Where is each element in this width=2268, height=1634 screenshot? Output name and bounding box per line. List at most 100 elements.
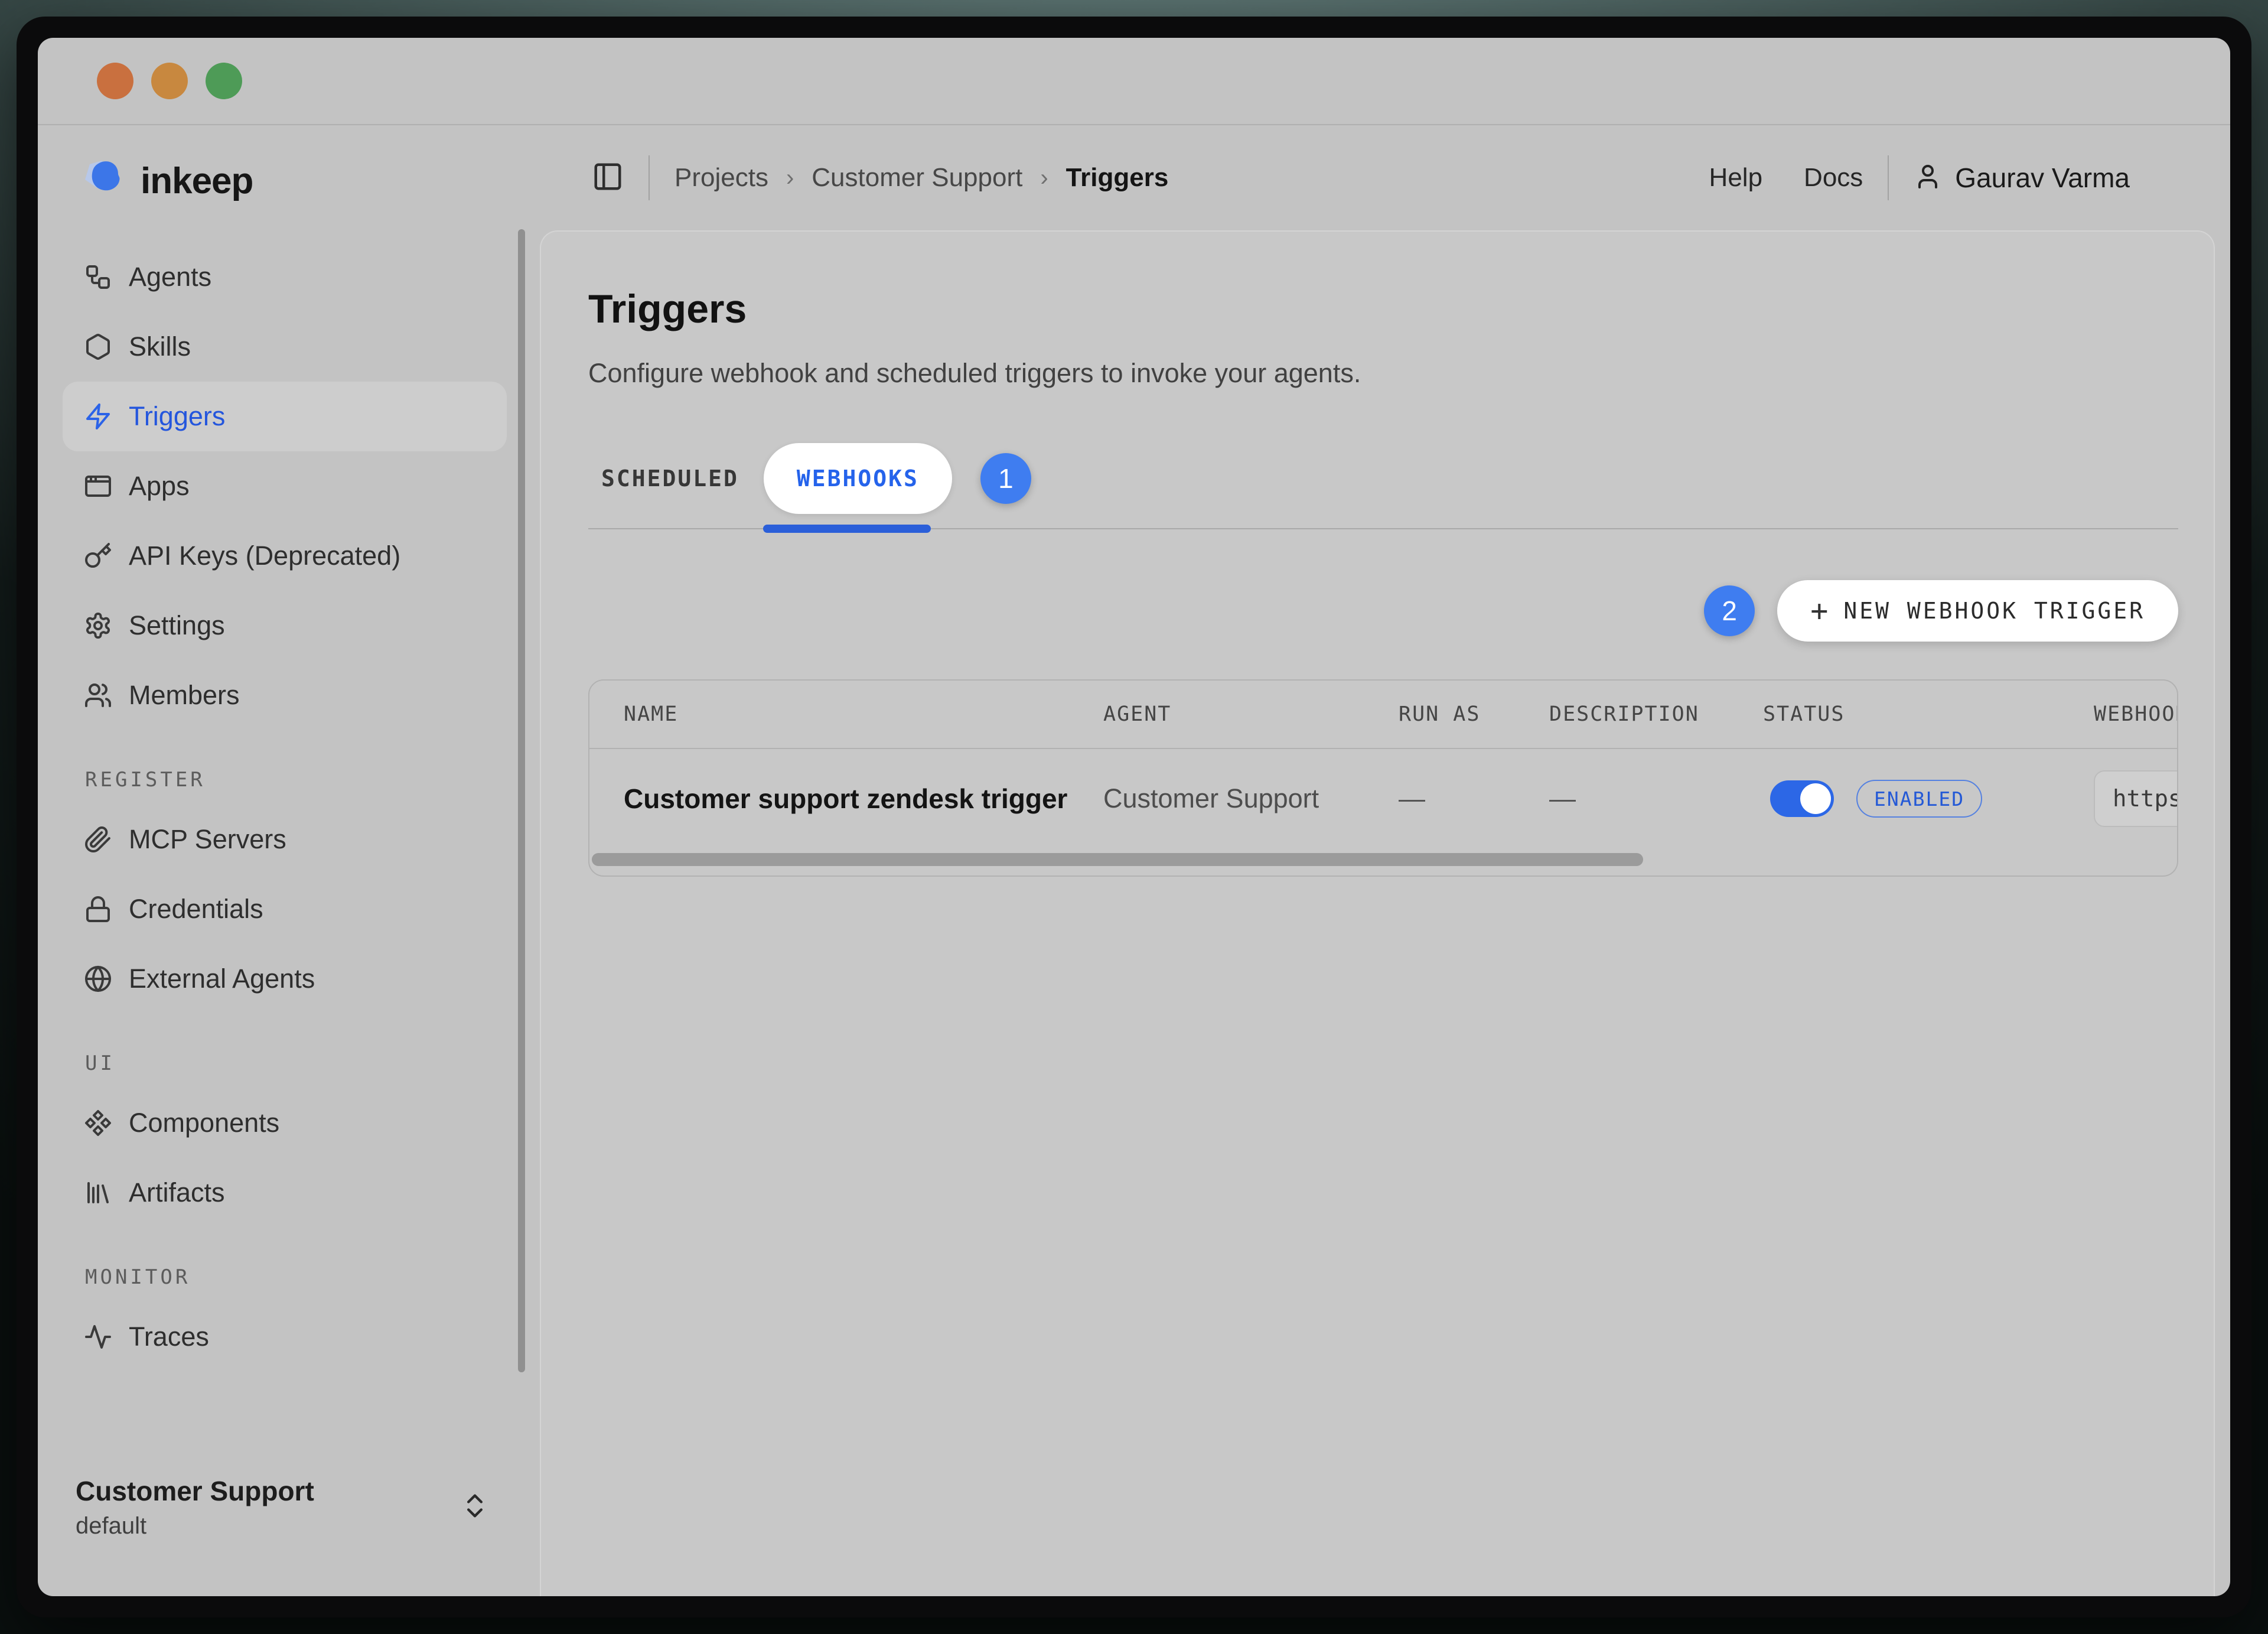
trigger-name-cell: Customer support zendesk trigger [589,783,1103,815]
sidebar-item-label: External Agents [129,964,315,994]
column-header-agent: AGENT [1103,702,1399,726]
user-menu[interactable]: Gaurav Varma [1914,162,2130,194]
sidebar-item-label: Components [129,1108,279,1138]
sidebar-item-components[interactable]: Components [63,1088,507,1158]
sidebar-item-label: Credentials [129,894,263,925]
docs-link[interactable]: Docs [1804,163,1863,193]
horizontal-scrollbar[interactable] [592,853,1643,866]
inkeep-logo-icon [76,157,132,204]
sidebar-section-ui: UI [85,1052,507,1075]
workflow-icon [84,263,112,291]
sidebar-item-members[interactable]: Members [63,660,507,730]
table-row[interactable]: Customer support zendesk trigger Custome… [589,749,2177,848]
component-icon [84,1109,112,1137]
sidebar-item-external-agents[interactable]: External Agents [63,944,507,1014]
titlebar [38,38,2230,125]
chevron-right-icon: › [1040,165,1048,191]
webhook-url-text: https [2113,786,2178,812]
logo[interactable]: inkeep [76,157,540,204]
trigger-webhook-cell: https [2094,770,2178,827]
sidebar-item-label: Settings [129,610,225,641]
sidebar-scrollbar[interactable] [518,229,525,1372]
hexagon-icon [84,333,112,361]
new-webhook-trigger-button[interactable]: + NEW WEBHOOK TRIGGER [1777,580,2178,642]
page-description: Configure webhook and scheduled triggers… [588,358,2178,389]
users-icon [84,681,112,709]
minimize-window-button[interactable] [151,63,188,99]
sidebar-item-label: MCP Servers [129,824,286,855]
column-header-description: DESCRIPTION [1549,702,1763,726]
header-divider [1888,155,1889,200]
page-title: Triggers [588,286,2178,332]
table-header-row: NAME AGENT RUN AS DESCRIPTION STATUS WEB… [589,681,2177,749]
user-icon [1914,162,1942,194]
logo-wordmark: inkeep [141,160,253,202]
tabs: SCHEDULED WEBHOOKS 1 [588,443,2178,529]
trigger-status-cell: ENABLED [1763,780,2094,818]
status-toggle[interactable] [1770,780,1834,817]
sidebar-item-triggers[interactable]: Triggers [63,382,507,451]
chevrons-up-down-icon [460,1490,490,1524]
app-window: inkeep Agents Skills [17,17,2251,1617]
sidebar-item-label: Triggers [129,401,225,432]
lock-icon [84,895,112,923]
sidebar-item-settings[interactable]: Settings [63,591,507,660]
content-panel: Triggers Configure webhook and scheduled… [540,230,2215,1596]
globe-icon [84,965,112,993]
zoom-window-button[interactable] [206,63,242,99]
sidebar-item-label: Apps [129,471,190,502]
status-badge: ENABLED [1856,780,1982,818]
sidebar-item-artifacts[interactable]: Artifacts [63,1158,507,1228]
user-name: Gaurav Varma [1955,162,2130,194]
sidebar-item-label: Agents [129,262,211,292]
toggle-knob [1800,783,1831,814]
trigger-run-as-cell: — [1399,783,1549,814]
breadcrumb-projects[interactable]: Projects [674,163,768,193]
breadcrumb: Projects › Customer Support › Triggers [674,163,1168,193]
close-window-button[interactable] [97,63,133,99]
trigger-description-cell: — [1549,783,1763,814]
table-scroll-area [589,848,2177,875]
plus-icon: + [1810,594,1828,628]
column-header-name: NAME [589,702,1103,726]
breadcrumb-triggers[interactable]: Triggers [1066,163,1169,193]
column-header-webhook: WEBHOOK [2094,702,2178,726]
breadcrumb-customer-support[interactable]: Customer Support [812,163,1022,193]
chevron-right-icon: › [786,165,794,191]
sidebar-item-mcp-servers[interactable]: MCP Servers [63,805,507,874]
sidebar-item-label: Skills [129,331,191,362]
header-divider [649,155,650,200]
sidebar-item-credentials[interactable]: Credentials [63,874,507,944]
paperclip-icon [84,825,112,854]
active-tab-underline [763,525,931,533]
new-webhook-trigger-label: NEW WEBHOOK TRIGGER [1843,598,2145,624]
sidebar-section-register: REGISTER [85,768,507,792]
project-switcher[interactable]: Customer Support default [76,1475,490,1539]
trigger-agent-cell: Customer Support [1103,783,1399,814]
lightning-icon [84,402,112,431]
triggers-table: NAME AGENT RUN AS DESCRIPTION STATUS WEB… [588,679,2178,877]
sidebar-item-apps[interactable]: Apps [63,451,507,521]
project-name: Customer Support [76,1475,314,1507]
column-header-status: STATUS [1763,702,2094,726]
sidebar-item-label: Members [129,680,240,711]
sidebar-nav: Agents Skills Triggers [38,242,540,1372]
sidebar-item-label: Artifacts [129,1177,225,1208]
sidebar-item-agents[interactable]: Agents [63,242,507,312]
annotation-badge-1: 1 [980,453,1031,504]
sidebar-item-skills[interactable]: Skills [63,312,507,382]
activity-icon [84,1323,112,1351]
sidebar-item-label: API Keys (Deprecated) [129,541,400,571]
sidebar-item-traces[interactable]: Traces [63,1302,507,1372]
main-area: Projects › Customer Support › Triggers H… [540,125,2230,1596]
webhook-url-box[interactable]: https [2094,770,2178,827]
sidebar-section-monitor: MONITOR [85,1265,507,1289]
sidebar-item-label: Traces [129,1321,209,1352]
sidebar-item-api-keys[interactable]: API Keys (Deprecated) [63,521,507,591]
panel-toggle-icon[interactable] [592,161,624,196]
tab-webhooks[interactable]: WEBHOOKS [764,443,952,514]
window-content: inkeep Agents Skills [38,38,2230,1596]
tab-scheduled[interactable]: SCHEDULED [601,466,739,491]
main-header: Projects › Customer Support › Triggers H… [540,125,2230,230]
help-link[interactable]: Help [1709,163,1763,193]
